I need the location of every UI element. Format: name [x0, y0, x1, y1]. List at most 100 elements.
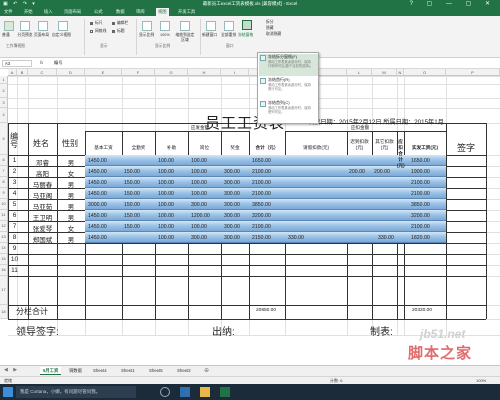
- column-header[interactable]: I: [221, 69, 249, 76]
- column-header[interactable]: E: [85, 69, 122, 76]
- zoom-level[interactable]: 100%: [476, 378, 486, 383]
- column-header[interactable]: O: [404, 69, 446, 76]
- cell-bonus[interactable]: 300.00: [224, 191, 240, 197]
- formula-bar-checkbox[interactable]: [112, 22, 115, 25]
- add-sheet-icon[interactable]: ⊕: [204, 367, 209, 374]
- normal-view-button[interactable]: 普通: [2, 33, 10, 38]
- tab-home[interactable]: 开始: [24, 9, 33, 15]
- sheet-tab-data[interactable]: 调数据: [66, 367, 85, 375]
- cell-post[interactable]: 100.00: [191, 191, 207, 197]
- cell-name[interactable]: 邓睿: [28, 157, 57, 167]
- freeze-panes-icon[interactable]: [242, 20, 252, 30]
- arrange-all-icon[interactable]: [224, 21, 234, 31]
- cell-allow[interactable]: 100.00: [158, 202, 174, 208]
- cell-post[interactable]: 100.00: [191, 224, 207, 230]
- cell-gender[interactable]: 女: [57, 168, 85, 178]
- row-header[interactable]: 1: [0, 76, 8, 84]
- cell-bonus[interactable]: 300.00: [224, 169, 240, 175]
- row-header[interactable]: 14: [0, 243, 8, 254]
- tab-review[interactable]: 审阅: [136, 9, 145, 15]
- cell-allow[interactable]: 100.00: [158, 158, 174, 164]
- column-header[interactable]: N: [397, 69, 404, 76]
- column-header[interactable]: A: [8, 69, 17, 76]
- zoom-100-icon[interactable]: [160, 21, 170, 31]
- tab-developer[interactable]: 开发工具: [178, 9, 195, 15]
- cell-base[interactable]: 1450.00: [88, 158, 107, 164]
- cell-no[interactable]: 9: [10, 245, 19, 252]
- cell-total[interactable]: 2100.00: [252, 169, 271, 175]
- row-header[interactable]: 2: [0, 84, 8, 98]
- fx-icon[interactable]: fx: [40, 60, 43, 65]
- row-header[interactable]: 15: [0, 254, 8, 265]
- zoom-selection-button[interactable]: 缩放到选定区域: [174, 33, 196, 43]
- cell-no[interactable]: 11: [10, 267, 19, 274]
- cell-gender[interactable]: 女: [57, 223, 85, 233]
- cell-bonus[interactable]: 300.00: [224, 224, 240, 230]
- sheet-tab-sheet4[interactable]: Sheet4: [90, 367, 110, 375]
- cell-bonus[interactable]: 300.00: [224, 235, 240, 241]
- cell-full[interactable]: 150.00: [124, 180, 140, 186]
- column-header[interactable]: H: [188, 69, 221, 76]
- zoom-100-button[interactable]: 100%: [160, 33, 170, 37]
- sheet-tab-sheet2[interactable]: Sheet2: [174, 367, 194, 375]
- column-header[interactable]: G: [155, 69, 188, 76]
- explorer-icon[interactable]: [200, 387, 210, 397]
- sheet-nav-arrows[interactable]: ◀ ▶: [4, 367, 19, 373]
- custom-views-icon[interactable]: [58, 21, 68, 31]
- cell-bonus[interactable]: 300.00: [224, 180, 240, 186]
- cell-post[interactable]: 300.00: [191, 202, 207, 208]
- cell-name[interactable]: 郑国斌: [28, 234, 57, 244]
- cell-total[interactable]: 3200.00: [252, 213, 271, 219]
- page-layout-button[interactable]: 页面布局: [34, 33, 49, 38]
- row-header[interactable]: 17: [0, 276, 8, 305]
- cell-full[interactable]: 150.00: [124, 213, 140, 219]
- cell-post[interactable]: 100.00: [191, 180, 207, 186]
- tab-insert[interactable]: 插入: [44, 9, 53, 15]
- row-header[interactable]: 7: [0, 166, 8, 177]
- cell-bonus[interactable]: 300.00: [224, 213, 240, 219]
- zoom-icon[interactable]: [142, 21, 152, 31]
- normal-view-icon[interactable]: [4, 21, 14, 31]
- row-header[interactable]: 18: [0, 305, 8, 319]
- gridlines-checkbox[interactable]: [90, 30, 93, 33]
- cell-full[interactable]: 150.00: [124, 191, 140, 197]
- cell-no[interactable]: 6: [10, 212, 19, 219]
- freeze-first-column-option[interactable]: 冻结首列(C) 滚动工作表其余部分时，保持 首列可见。: [259, 100, 318, 122]
- page-layout-icon[interactable]: [38, 21, 48, 31]
- cortana-search[interactable]: 我是 Cortana，小娜。有问题尽管问我。: [16, 386, 136, 398]
- sheet-tab-sheet5[interactable]: Sheet5: [146, 367, 166, 375]
- worksheet[interactable]: ABCDEFGHIJKLMNOP 12345678910111213141516…: [0, 69, 500, 365]
- ruler-checkbox[interactable]: [90, 22, 93, 25]
- cell-post[interactable]: 100.00: [191, 169, 207, 175]
- cell-name[interactable]: 马亚阁: [28, 190, 57, 200]
- cell-no[interactable]: 1: [10, 157, 19, 164]
- cell-full[interactable]: 150.00: [124, 224, 140, 230]
- row-header[interactable]: 12: [0, 221, 8, 232]
- name-box[interactable]: A3: [2, 60, 32, 67]
- cell-name[interactable]: 马亚茹: [28, 201, 57, 211]
- cell-name[interactable]: 王卫明: [28, 212, 57, 222]
- cell-post[interactable]: 300.00: [191, 235, 207, 241]
- column-header[interactable]: D: [57, 69, 85, 76]
- page-break-icon[interactable]: [20, 21, 30, 31]
- tab-view[interactable]: 视图: [156, 8, 169, 16]
- cell-base[interactable]: 1450.00: [88, 213, 107, 219]
- cell-name[interactable]: 张爱琴: [28, 223, 57, 233]
- cell-total[interactable]: 1650.00: [252, 158, 271, 164]
- new-window-button[interactable]: 新建窗口: [202, 33, 217, 38]
- cell-bonus[interactable]: 300.00: [224, 202, 240, 208]
- freeze-top-row-option[interactable]: 冻结首行(R) 滚动工作表其余部分时，保持 首行可见。: [259, 77, 318, 99]
- cell-other[interactable]: 200.00: [374, 169, 390, 175]
- column-header[interactable]: F: [122, 69, 155, 76]
- row-header[interactable]: 10: [0, 199, 8, 210]
- cell-net[interactable]: 2100.00: [411, 191, 430, 197]
- cell-total[interactable]: 2100.00: [252, 180, 271, 186]
- row-header[interactable]: 16: [0, 265, 8, 276]
- cell-net[interactable]: 2100.00: [411, 224, 430, 230]
- cell-allow[interactable]: 100.00: [158, 213, 174, 219]
- window-controls[interactable]: ? ▢ — ▢ ✕: [410, 0, 496, 7]
- cell-gender[interactable]: 男: [57, 179, 85, 189]
- cell-post[interactable]: 100.00: [191, 158, 207, 164]
- cell-net[interactable]: 1820.00: [411, 235, 430, 241]
- cell-allow[interactable]: 100.00: [158, 169, 174, 175]
